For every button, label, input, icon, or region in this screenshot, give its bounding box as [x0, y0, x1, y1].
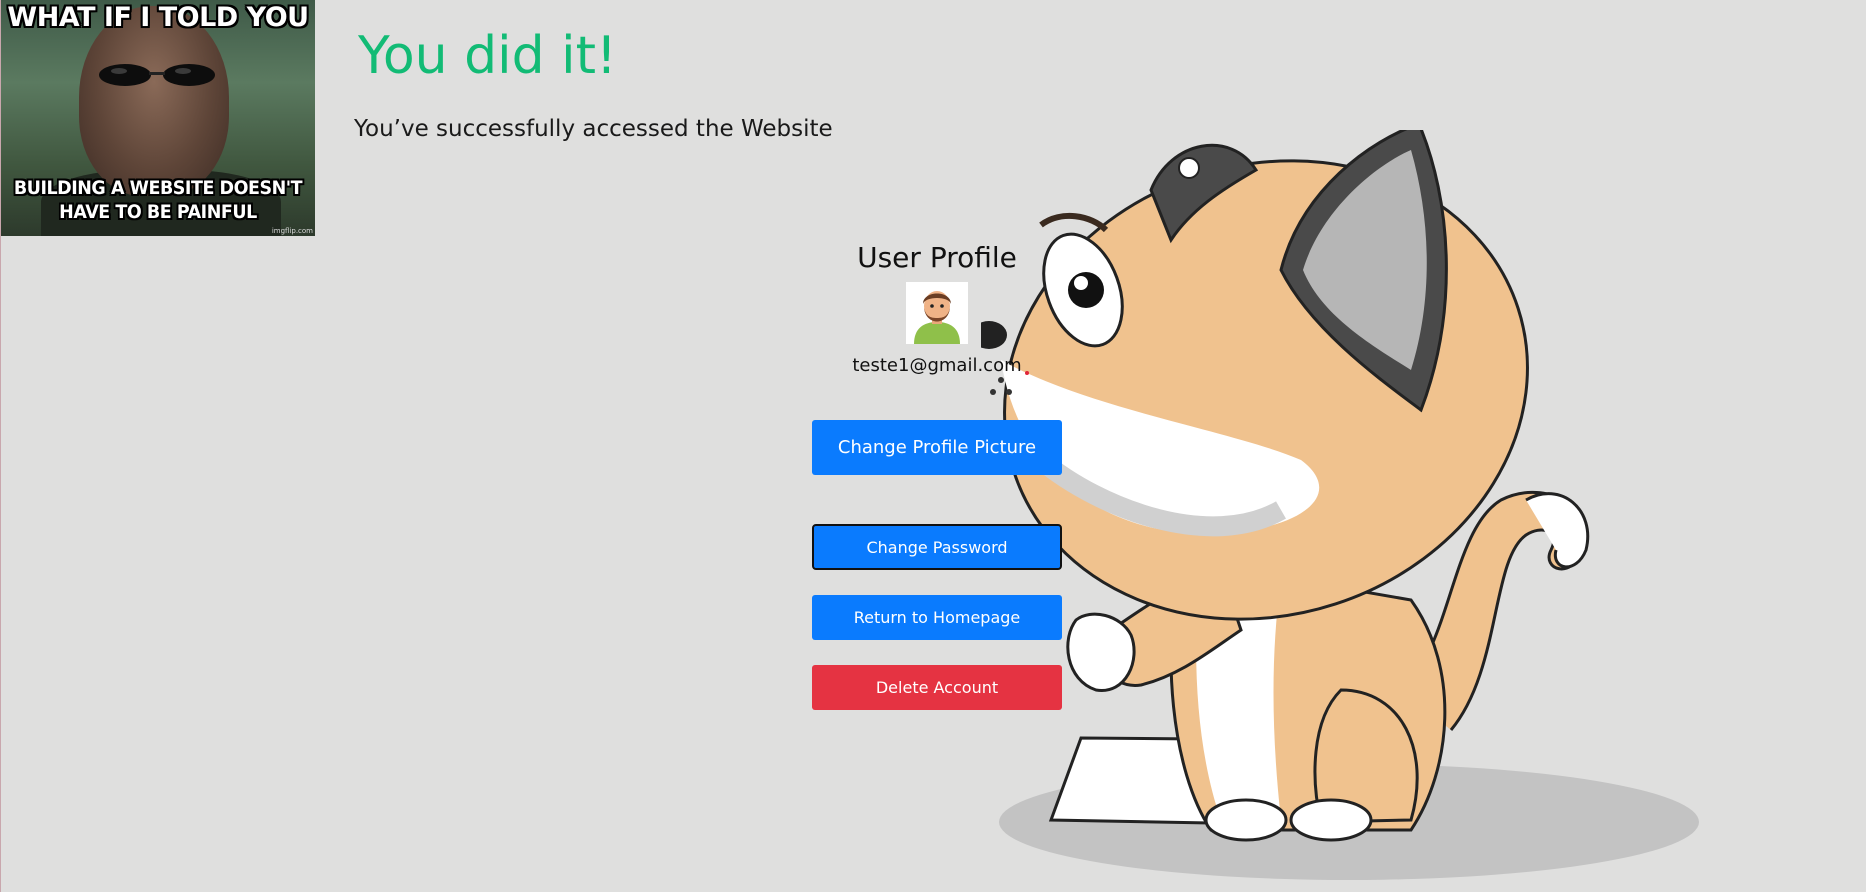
meme-sunglasses: [99, 64, 215, 86]
profile-title: User Profile: [857, 241, 1017, 274]
change-profile-picture-button[interactable]: Change Profile Picture: [812, 420, 1062, 475]
meme-watermark: imgflip.com: [271, 227, 313, 235]
meme-face: [79, 6, 229, 196]
user-avatar-icon: [906, 282, 968, 344]
page: WHAT IF I TOLD YOU BUILDING A WEBSITE DO…: [0, 0, 1866, 892]
change-password-button[interactable]: Change Password: [812, 524, 1062, 570]
user-email: teste1@gmail.com: [852, 354, 1029, 378]
cursor-dot: [1024, 371, 1029, 375]
user-email-text: teste1@gmail.com: [852, 355, 1022, 376]
delete-account-button[interactable]: Delete Account: [812, 665, 1062, 710]
return-to-homepage-button[interactable]: Return to Homepage: [812, 595, 1062, 640]
meme-top-text: WHAT IF I TOLD YOU: [7, 2, 309, 33]
cat-illustration: [981, 130, 1699, 880]
meme-image: WHAT IF I TOLD YOU BUILDING A WEBSITE DO…: [1, 0, 315, 236]
user-profile-card: User Profile teste1@gmail.com: [811, 236, 1063, 378]
page-title: You did it!: [358, 26, 617, 86]
page-subtitle: You’ve successfully accessed the Website: [354, 116, 833, 142]
meme-bottom-text: BUILDING A WEBSITE DOESN'T HAVE TO BE PA…: [13, 177, 303, 223]
